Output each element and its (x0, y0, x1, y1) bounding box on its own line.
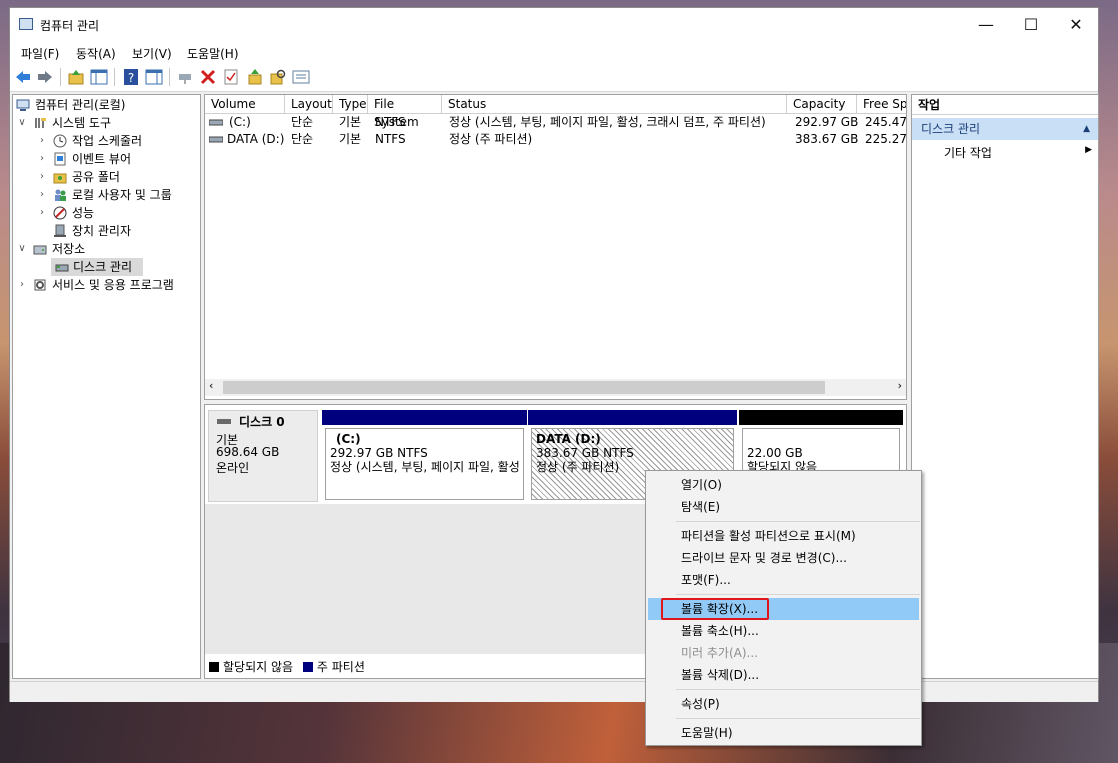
chevron-right-icon[interactable]: › (37, 186, 47, 204)
close-button[interactable]: ✕ (1053, 8, 1099, 42)
menu-item-help[interactable]: 도움말(H) (648, 722, 919, 744)
chevron-down-icon[interactable]: ∨ (17, 240, 27, 258)
partition-body: (C:) 292.97 GB NTFS 정상 (시스템, 부팅, 페이지 파일,… (325, 428, 524, 500)
navigation-tree: 컴퓨터 관리(로컬) ∨ 시스템 도구 › 작업 스케줄러 › 이벤트 뷰어 ›… (12, 94, 201, 679)
menu-action[interactable]: 동작(A) (76, 45, 116, 62)
scroll-right-icon[interactable]: › (898, 379, 902, 392)
column-header-status[interactable]: Status (442, 95, 787, 114)
chevron-right-icon[interactable]: › (37, 132, 47, 150)
computer-management-window: 컴퓨터 관리 — ☐ ✕ 파일(F) 동작(A) 보기(V) 도움말(H) ? … (9, 7, 1099, 702)
chevron-right-icon[interactable]: › (37, 204, 47, 222)
menu-help[interactable]: 도움말(H) (187, 45, 239, 62)
legend: 할당되지 않음 주 파티션 (209, 659, 365, 675)
menu-separator (676, 594, 920, 595)
tree-item-disk-management[interactable]: 디스크 관리 (51, 258, 143, 276)
drive-icon (209, 136, 223, 143)
delete-icon[interactable] (199, 68, 217, 86)
column-header-volume[interactable]: Volume (205, 95, 285, 114)
menu-bar: 파일(F) 동작(A) 보기(V) 도움말(H) (10, 42, 1098, 64)
computer-management-icon (16, 99, 30, 111)
highlight-callout-box (661, 598, 769, 620)
toolbar-separator (169, 68, 170, 86)
device-manager-icon (54, 224, 66, 237)
disk-name: 디스크 0 (239, 415, 285, 429)
menu-item-properties[interactable]: 속성(P) (648, 693, 919, 715)
disk-state: 온라인 (216, 461, 250, 475)
volume-list: Volume Layout Type File System Status Ca… (204, 94, 907, 400)
scrollbar-thumb[interactable] (223, 381, 825, 394)
partition-c[interactable]: (C:) 292.97 GB NTFS 정상 (시스템, 부팅, 페이지 파일,… (322, 410, 527, 500)
menu-item-format[interactable]: 포맷(F)... (648, 569, 919, 591)
window-title: 컴퓨터 관리 (40, 19, 100, 33)
performance-icon (53, 206, 67, 220)
show-hide-tree-icon[interactable] (90, 68, 108, 86)
menu-item-add-mirror: 미러 추가(A)... (681, 646, 758, 660)
menu-separator (676, 689, 920, 690)
users-icon (55, 189, 66, 201)
connect-icon[interactable] (176, 68, 194, 86)
chevron-right-icon[interactable]: › (37, 150, 47, 168)
minimize-button[interactable]: — (963, 8, 1009, 42)
chevron-right-icon[interactable]: › (17, 276, 27, 294)
disk-size: 698.64 GB (216, 445, 280, 459)
disk-management-icon (55, 264, 69, 272)
submenu-arrow-icon[interactable]: ▶ (1085, 145, 1092, 155)
column-header-capacity[interactable]: Capacity (787, 95, 857, 114)
actions-header: 작업 (912, 95, 1098, 115)
computer-management-icon (19, 18, 33, 30)
disk-icon (217, 419, 231, 424)
toolbar: ? (10, 64, 1098, 92)
show-hide-action-icon[interactable] (145, 68, 163, 86)
column-header-layout[interactable]: Layout (285, 95, 333, 114)
menu-item-change-drive-letter[interactable]: 드라이브 문자 및 경로 변경(C)... (648, 547, 919, 569)
legend-swatch-primary (302, 662, 313, 672)
toolbar-separator (60, 68, 61, 86)
up-folder-icon[interactable] (67, 68, 85, 86)
tools-icon (35, 118, 46, 128)
scroll-left-icon[interactable]: ‹ (209, 379, 213, 392)
svg-text:?: ? (128, 71, 134, 85)
status-bar (10, 681, 1098, 702)
column-header-free-space[interactable]: Free Sp (857, 95, 906, 114)
export-list-icon[interactable] (292, 68, 310, 86)
actions-section-disk-management[interactable]: 디스크 관리 ▲ (912, 118, 1098, 140)
event-viewer-icon (54, 152, 66, 166)
menu-separator (676, 521, 920, 522)
search-icon[interactable] (269, 68, 287, 86)
maximize-button[interactable]: ☐ (1008, 8, 1054, 42)
menu-view[interactable]: 보기(V) (132, 45, 172, 62)
clock-icon (53, 134, 67, 148)
properties-icon[interactable] (222, 68, 240, 86)
menu-file[interactable]: 파일(F) (21, 45, 59, 62)
partition-bar (322, 410, 527, 425)
partition-bar (528, 410, 737, 425)
menu-item-explore[interactable]: 탐색(E) (648, 496, 919, 518)
chevron-right-icon[interactable]: › (37, 168, 47, 186)
chevron-down-icon[interactable]: ∨ (17, 114, 27, 132)
disk-0-header[interactable]: 디스크 0 기본 698.64 GB 온라인 (208, 410, 318, 502)
menu-item-mark-active[interactable]: 파티션을 활성 파티션으로 표시(M) (648, 525, 919, 547)
drive-icon (209, 119, 223, 126)
back-arrow-icon[interactable] (14, 68, 32, 86)
storage-icon (33, 245, 47, 255)
services-icon (34, 279, 46, 291)
title-bar[interactable]: 컴퓨터 관리 — ☐ ✕ (10, 8, 1098, 42)
help-icon[interactable]: ? (122, 68, 140, 86)
menu-separator (676, 718, 920, 719)
partition-bar (739, 410, 903, 425)
menu-item-open[interactable]: 열기(O) (648, 474, 919, 496)
forward-arrow-icon[interactable] (36, 68, 54, 86)
import-icon[interactable] (246, 68, 264, 86)
menu-item-delete-volume[interactable]: 볼륨 삭제(D)... (648, 664, 919, 686)
collapse-up-icon[interactable]: ▲ (1083, 118, 1090, 140)
column-header-filesystem[interactable]: File System (368, 95, 442, 129)
actions-more-actions[interactable]: 기타 작업 (944, 144, 992, 162)
toolbar-separator (114, 68, 115, 86)
horizontal-scrollbar[interactable]: ‹ › (205, 379, 906, 396)
legend-swatch-unallocated (209, 662, 219, 672)
actions-pane: 작업 디스크 관리 ▲ 기타 작업 ▶ (911, 94, 1099, 679)
column-header-type[interactable]: Type (333, 95, 368, 114)
menu-item-shrink-volume[interactable]: 볼륨 축소(H)... (648, 620, 919, 642)
shared-folder-icon (53, 173, 67, 184)
